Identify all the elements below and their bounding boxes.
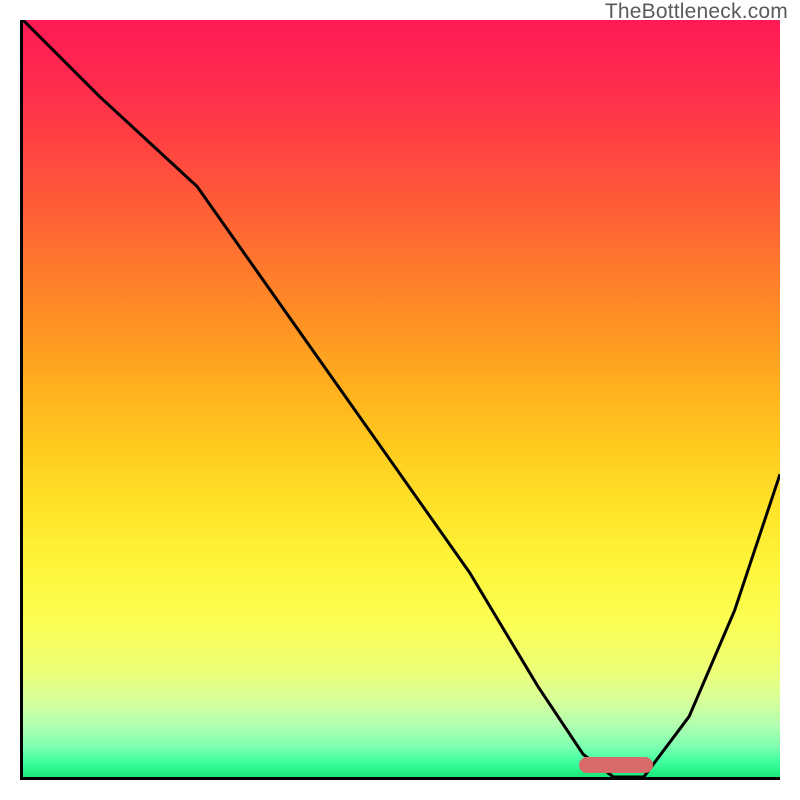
chart-container: TheBottleneck.com <box>0 0 800 800</box>
optimal-marker <box>579 757 653 773</box>
plot-area <box>20 20 780 780</box>
gradient-background <box>23 20 780 777</box>
